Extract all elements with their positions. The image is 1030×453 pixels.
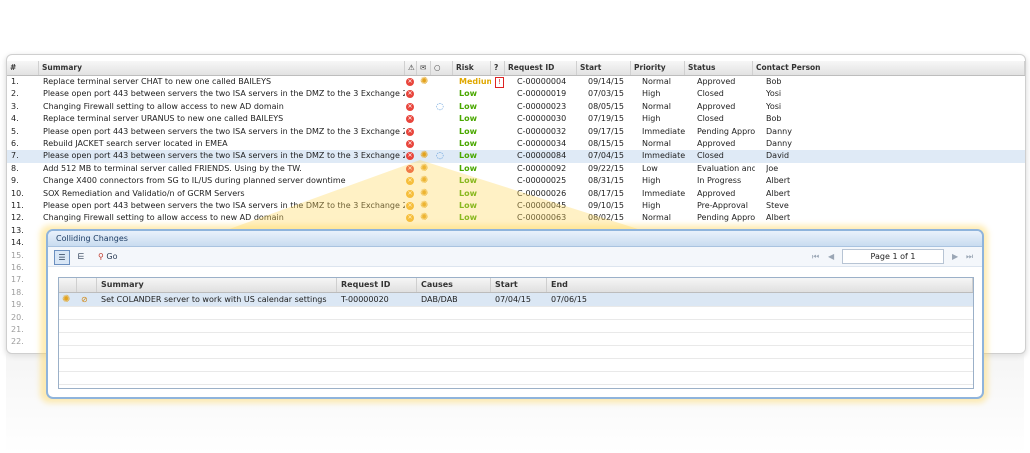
next-page-icon[interactable]: ▶ — [952, 250, 958, 263]
list-view-icon[interactable]: ☰ — [54, 250, 70, 265]
prev-page-icon[interactable]: ◀ — [828, 250, 834, 263]
go-icon: ⚲ — [98, 252, 104, 261]
colliding-changes-dialog: Colliding Changes ☰ ⋿ ⚲ Go ⏮ ◀ Page 1 of… — [46, 229, 984, 399]
gantt-view-icon[interactable]: ⋿ — [74, 250, 88, 263]
dialog-row-request-id: T-00000020 — [341, 295, 389, 304]
dialog-grid-header: Summary Request ID Causes Start End — [59, 278, 973, 293]
dialog-table-row — [59, 319, 973, 333]
colliding-changes-grid: Summary Request ID Causes Start End ✺ ⊘ Se… — [58, 277, 974, 389]
dialog-row-causes: DAB/DAB — [421, 295, 458, 304]
col-summary-header[interactable]: Summary — [97, 278, 337, 292]
col-start-header[interactable]: Start — [491, 278, 547, 292]
dialog-table-row — [59, 332, 973, 346]
first-page-icon[interactable]: ⏮ — [812, 250, 819, 263]
collision-icon[interactable]: ✺ — [62, 293, 70, 306]
go-button[interactable]: ⚲ Go — [98, 250, 128, 263]
last-page-icon[interactable]: ⏭ — [966, 250, 973, 263]
col-collision-icon-header[interactable] — [59, 278, 77, 292]
dialog-title: Colliding Changes — [48, 231, 982, 247]
dialog-table-row — [59, 306, 973, 320]
dialog-table-row — [59, 358, 973, 372]
dialog-toolbar: ☰ ⋿ ⚲ Go ⏮ ◀ Page 1 of 1 ▶ ⏭ — [48, 247, 982, 267]
dialog-row-start: 07/04/15 — [495, 295, 531, 304]
col-attach-icon-header[interactable] — [77, 278, 97, 292]
dialog-row-summary: Set COLANDER server to work with US cale… — [101, 295, 327, 304]
dialog-table-row — [59, 345, 973, 359]
dialog-table-row — [59, 371, 973, 385]
col-end-header[interactable]: End — [547, 278, 973, 292]
dialog-row-end: 07/06/15 — [551, 295, 587, 304]
dialog-table-row[interactable]: ✺ ⊘ Set COLANDER server to work with US ca… — [59, 293, 973, 307]
col-causes-header[interactable]: Causes — [417, 278, 491, 292]
page-indicator: Page 1 of 1 — [842, 249, 944, 264]
attachment-icon[interactable]: ⊘ — [81, 293, 88, 306]
col-request-id-header[interactable]: Request ID — [337, 278, 417, 292]
go-label: Go — [106, 252, 118, 261]
